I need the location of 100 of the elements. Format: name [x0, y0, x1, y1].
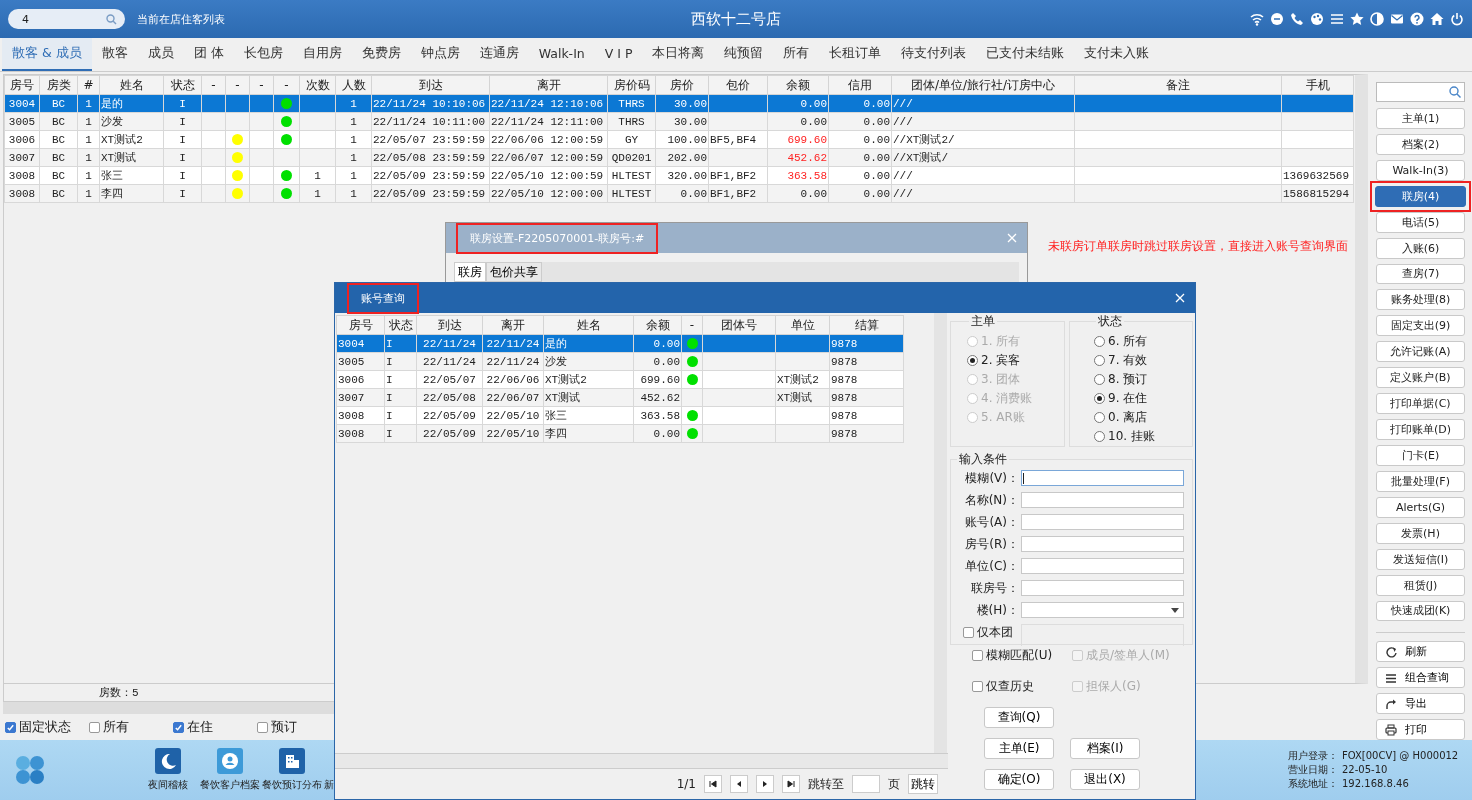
column-header[interactable]: 团体号: [702, 315, 776, 335]
tab[interactable]: 散客: [91, 38, 138, 71]
column-header[interactable]: 手机: [1281, 75, 1354, 95]
building-icon[interactable]: [279, 748, 305, 774]
dialog-button[interactable]: 退出(X): [1070, 769, 1140, 790]
tab[interactable]: 所有: [773, 38, 820, 71]
app-label[interactable]: 餐饮预订分布: [262, 778, 322, 792]
sidebar-button[interactable]: Alerts(G): [1376, 496, 1465, 518]
dropdown-field[interactable]: [1021, 602, 1184, 618]
column-header[interactable]: 备注: [1074, 75, 1282, 95]
column-header[interactable]: 姓名: [543, 315, 634, 335]
checkbox[interactable]: [963, 626, 974, 638]
tab[interactable]: 本日将离: [642, 38, 715, 71]
sidebar-button[interactable]: 定义账户(B): [1376, 367, 1465, 389]
contrast-icon[interactable]: [1370, 12, 1384, 26]
tab[interactable]: 包价共享: [486, 262, 542, 282]
mail-icon[interactable]: [1390, 12, 1404, 26]
pager-button[interactable]: [704, 775, 722, 793]
column-header[interactable]: -: [249, 75, 274, 95]
tab[interactable]: 散客 & 成员: [2, 38, 92, 71]
column-header[interactable]: 单位: [775, 315, 830, 335]
checkbox[interactable]: [972, 650, 983, 661]
action-button[interactable]: 组合查询: [1376, 667, 1465, 689]
checkbox[interactable]: [5, 721, 16, 733]
radio-button[interactable]: [967, 355, 978, 366]
jump-button[interactable]: 跳转: [908, 774, 938, 794]
sidebar-button[interactable]: 允许记账(A): [1376, 341, 1465, 363]
radio-button[interactable]: [1094, 393, 1105, 404]
sidebar-button[interactable]: 查房(7): [1376, 263, 1465, 285]
column-header[interactable]: -: [225, 75, 250, 95]
dialog-button[interactable]: 档案(I): [1070, 738, 1140, 759]
pager-button[interactable]: [782, 775, 800, 793]
column-header[interactable]: 房号: [4, 75, 40, 95]
tab[interactable]: 已支付未结账: [976, 38, 1075, 71]
radio-button[interactable]: [1094, 374, 1105, 385]
app-label[interactable]: 夜间稽核: [148, 778, 188, 792]
checkbox[interactable]: [972, 681, 983, 692]
column-header[interactable]: 余额: [633, 315, 682, 335]
sidebar-button[interactable]: 主单(1): [1376, 107, 1465, 129]
radio-button[interactable]: [1094, 355, 1105, 366]
person-icon[interactable]: [217, 748, 243, 774]
app-label[interactable]: 新: [324, 778, 334, 792]
column-header[interactable]: 房号: [336, 315, 385, 335]
column-header[interactable]: 信用: [828, 75, 892, 95]
column-header[interactable]: -: [201, 75, 226, 95]
column-header[interactable]: 到达: [416, 315, 483, 335]
wifi-icon[interactable]: [1250, 12, 1264, 26]
tab[interactable]: 免费房: [351, 38, 411, 71]
column-header[interactable]: 人数: [335, 75, 372, 95]
column-header[interactable]: 房价: [655, 75, 709, 95]
tab[interactable]: 成员: [137, 38, 184, 71]
checkbox[interactable]: [257, 721, 268, 733]
column-header[interactable]: 包价: [708, 75, 768, 95]
sidebar-button[interactable]: 电话(5): [1376, 211, 1465, 233]
column-header[interactable]: -: [273, 75, 300, 95]
search-field[interactable]: [1376, 82, 1465, 102]
column-header[interactable]: 离开: [489, 75, 608, 95]
dialog-button[interactable]: 主单(E): [984, 738, 1054, 759]
sidebar-button[interactable]: 打印账单(D): [1376, 419, 1465, 440]
radio-button[interactable]: [1094, 412, 1105, 423]
input-field[interactable]: [1021, 536, 1184, 552]
dialog-button[interactable]: 确定(O): [984, 769, 1054, 790]
dialog-button[interactable]: 查询(Q): [984, 707, 1054, 728]
close-icon[interactable]: [1175, 293, 1185, 303]
sidebar-button[interactable]: Walk-In(3): [1376, 159, 1465, 181]
checkbox[interactable]: [89, 721, 100, 733]
scrollbar[interactable]: [335, 753, 948, 769]
sidebar-button[interactable]: 联房(4): [1375, 185, 1466, 207]
sidebar-button[interactable]: 租赁(J): [1376, 574, 1465, 596]
action-button[interactable]: 刷新: [1376, 641, 1465, 663]
column-header[interactable]: 房类: [39, 75, 78, 95]
tab[interactable]: Walk-In: [528, 38, 595, 71]
sidebar-button[interactable]: 快速成团(K): [1376, 600, 1465, 622]
tab[interactable]: 长包房: [233, 38, 293, 71]
column-header[interactable]: 姓名: [99, 75, 164, 95]
sidebar-button[interactable]: 发票(H): [1376, 522, 1465, 544]
search-field[interactable]: 4: [8, 9, 125, 29]
sidebar-button[interactable]: 发送短信(I): [1376, 548, 1465, 570]
column-header[interactable]: 结算: [829, 315, 904, 335]
tab[interactable]: V I P: [594, 38, 643, 71]
home-icon[interactable]: [1430, 12, 1444, 26]
tab[interactable]: 团 体: [183, 38, 234, 71]
pager-button[interactable]: [730, 775, 748, 793]
radio-button[interactable]: [1094, 431, 1105, 442]
column-header[interactable]: #: [77, 75, 100, 95]
star-icon[interactable]: [1350, 12, 1364, 26]
checkbox[interactable]: [173, 721, 184, 733]
sidebar-button[interactable]: 批量处理(F): [1376, 470, 1465, 492]
tab[interactable]: 自用房: [292, 38, 352, 71]
help-icon[interactable]: [1410, 12, 1424, 26]
page-input[interactable]: [852, 775, 880, 793]
column-header[interactable]: 房价码: [607, 75, 656, 95]
column-header[interactable]: 余额: [767, 75, 829, 95]
chat-icon[interactable]: [1270, 12, 1284, 26]
column-header[interactable]: 次数: [299, 75, 336, 95]
sidebar-button[interactable]: 门卡(E): [1376, 445, 1465, 466]
sidebar-button[interactable]: 打印单据(C): [1376, 393, 1465, 415]
tab[interactable]: 待支付列表: [891, 38, 977, 71]
column-header[interactable]: 离开: [482, 315, 544, 335]
column-header[interactable]: 状态: [163, 75, 202, 95]
